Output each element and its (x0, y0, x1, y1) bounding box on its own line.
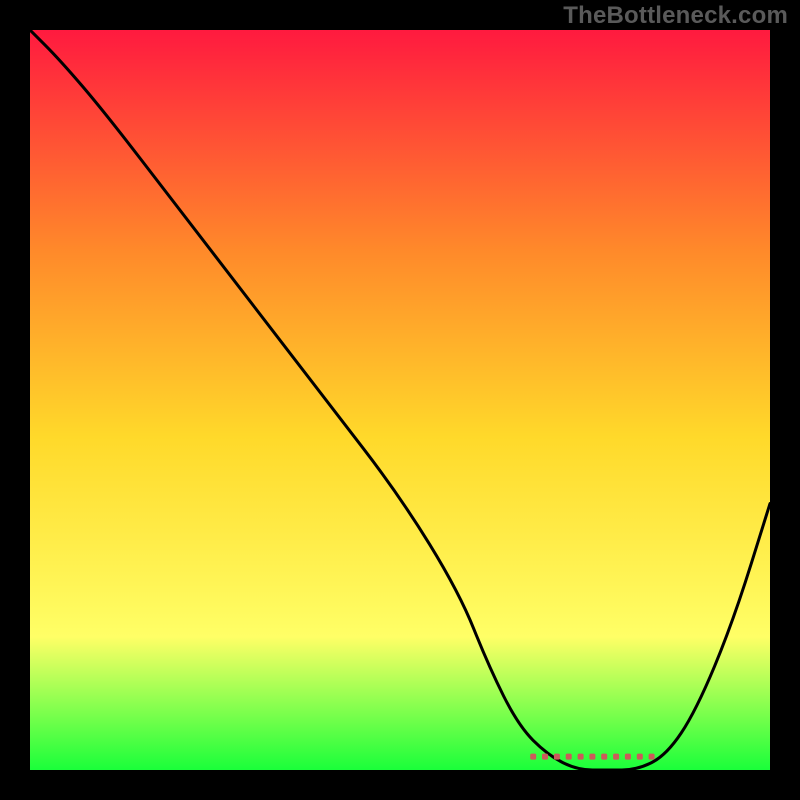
chart-frame: TheBottleneck.com (0, 0, 800, 800)
flat-marker-dot (566, 754, 572, 760)
watermark-text: TheBottleneck.com (563, 2, 788, 30)
flat-marker-dot (625, 754, 631, 760)
flat-marker-dot (589, 754, 595, 760)
flat-marker-dot (578, 754, 584, 760)
flat-marker-dot (649, 754, 655, 760)
plot-area (30, 30, 770, 770)
gradient-background (30, 30, 770, 770)
chart-svg (30, 30, 770, 770)
flat-marker-dot (554, 754, 560, 760)
flat-marker-dot (530, 754, 536, 760)
flat-marker-dot (542, 754, 548, 760)
flat-marker-dot (637, 754, 643, 760)
flat-marker-dot (613, 754, 619, 760)
flat-marker-dot (601, 754, 607, 760)
